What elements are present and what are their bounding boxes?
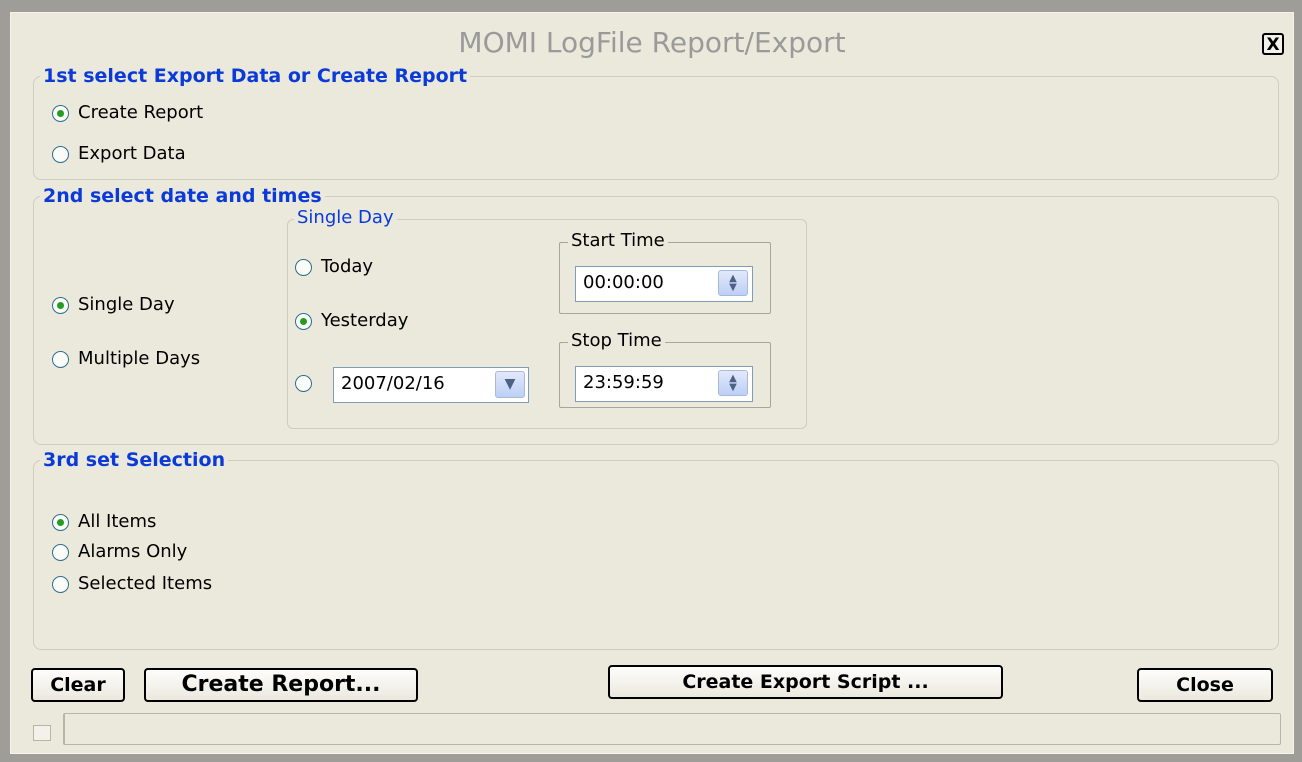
radio-yesterday-label: Yesterday [321, 310, 409, 331]
radio-all-items[interactable]: All Items [52, 511, 156, 533]
radio-create-report[interactable]: Create Report [52, 102, 203, 124]
radio-export-data-label: Export Data [78, 143, 186, 164]
report-export-dialog: MOMI LogFile Report/Export X 1st select … [10, 12, 1294, 754]
spinner-icon[interactable]: ▲ ▼ [718, 370, 748, 396]
radio-unchecked-icon [52, 145, 69, 163]
radio-all-items-label: All Items [78, 511, 157, 532]
clear-button[interactable]: Clear [31, 668, 125, 702]
stop-time-label: Stop Time [568, 330, 665, 352]
radio-checked-icon [52, 513, 69, 531]
radio-multiple-days-label: Multiple Days [78, 348, 201, 369]
radio-unchecked-icon [295, 258, 312, 276]
single-day-group-title: Single Day [294, 207, 397, 229]
radio-alarms-only-label: Alarms Only [78, 541, 188, 562]
section3-title: 3rd set Selection [40, 449, 229, 471]
close-button[interactable]: Close [1137, 668, 1273, 702]
radio-today[interactable]: Today [295, 256, 373, 278]
spinner-icon[interactable]: ▲ ▼ [718, 270, 748, 296]
section1-title: 1st select Export Data or Create Report [40, 65, 471, 87]
radio-unchecked-icon [295, 375, 312, 392]
radio-unchecked-icon [52, 543, 69, 561]
status-bar [33, 713, 1281, 745]
radio-alarms-only[interactable]: Alarms Only [52, 541, 187, 563]
date-picker[interactable]: 2007/02/16 ▼ [333, 367, 529, 403]
start-time-label: Start Time [568, 230, 668, 252]
section2-title: 2nd select date and times [40, 185, 325, 207]
close-icon[interactable]: X [1262, 33, 1284, 55]
radio-multiple-days[interactable]: Multiple Days [52, 348, 200, 370]
create-report-button[interactable]: Create Report... [144, 668, 418, 702]
radio-checked-icon [52, 296, 69, 314]
radio-selected-items-label: Selected Items [78, 573, 213, 594]
start-time-value: 00:00:00 [583, 272, 664, 293]
radio-specific-date[interactable] [295, 375, 312, 392]
radio-checked-icon [295, 312, 312, 330]
progress-field [63, 713, 1281, 745]
radio-today-label: Today [321, 256, 374, 277]
chevron-down-icon[interactable]: ▼ [495, 371, 525, 398]
status-indicator [33, 725, 51, 741]
radio-yesterday[interactable]: Yesterday [295, 310, 408, 332]
radio-checked-icon [52, 104, 69, 122]
radio-export-data[interactable]: Export Data [52, 143, 186, 165]
radio-unchecked-icon [52, 350, 69, 368]
radio-create-report-label: Create Report [78, 102, 204, 123]
stop-time-input[interactable]: 23:59:59 ▲ ▼ [575, 366, 753, 402]
radio-selected-items[interactable]: Selected Items [52, 573, 212, 595]
stop-time-value: 23:59:59 [583, 372, 664, 393]
export-or-report-group: 1st select Export Data or Create Report [33, 65, 1279, 180]
radio-unchecked-icon [52, 575, 69, 593]
date-picker-value: 2007/02/16 [341, 373, 445, 394]
dialog-title: MOMI LogFile Report/Export [458, 26, 846, 59]
start-time-input[interactable]: 00:00:00 ▲ ▼ [575, 266, 753, 302]
radio-single-day-label: Single Day [78, 294, 175, 315]
radio-single-day[interactable]: Single Day [52, 294, 175, 316]
selection-group: 3rd set Selection [33, 449, 1279, 650]
create-export-script-button[interactable]: Create Export Script ... [608, 665, 1003, 699]
